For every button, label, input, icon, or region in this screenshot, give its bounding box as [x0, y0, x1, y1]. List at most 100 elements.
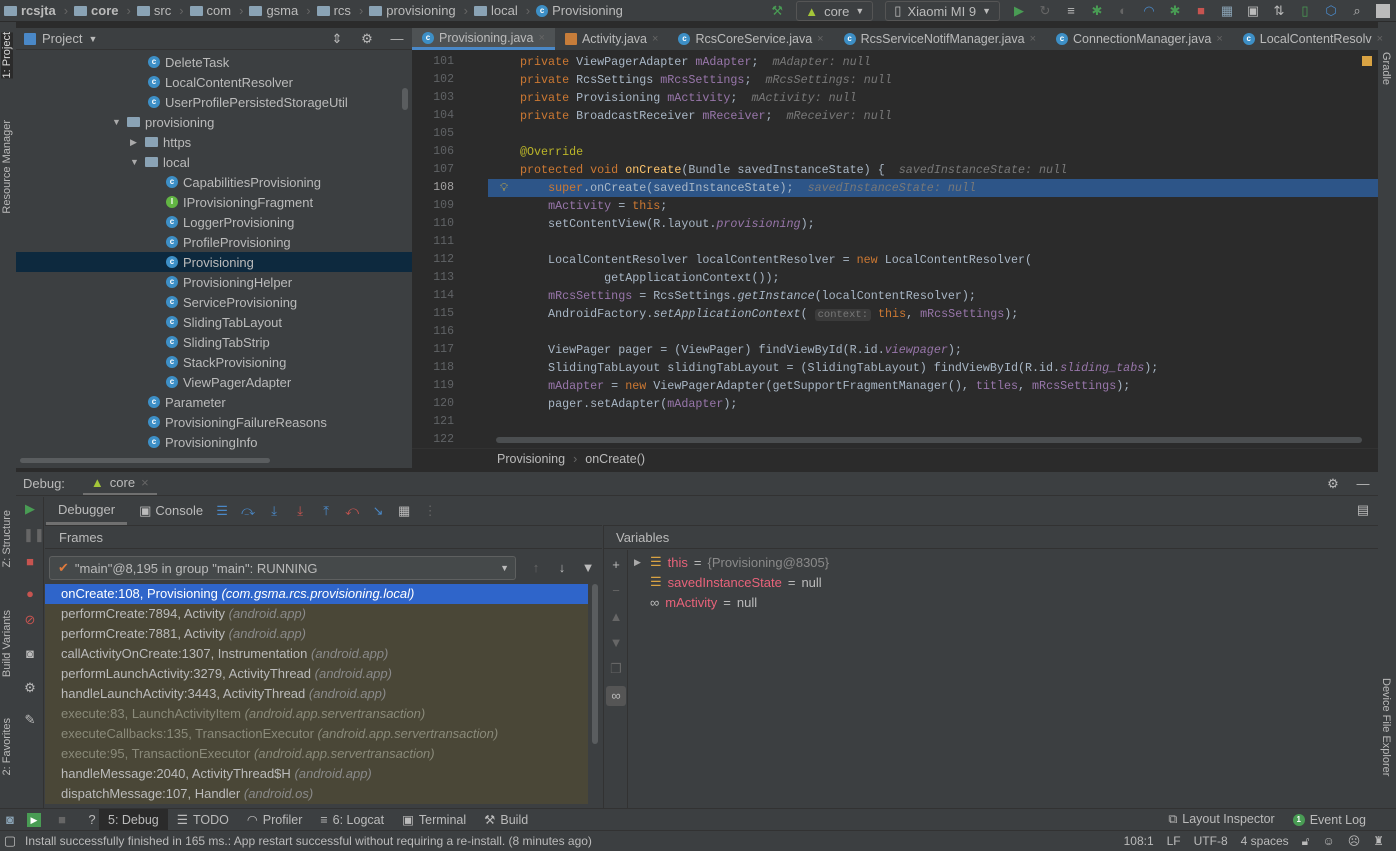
hide-panel-icon[interactable]: —	[1356, 476, 1370, 491]
line-number[interactable]: 107	[412, 161, 488, 179]
apply-changes-icon[interactable]: ↻	[1038, 4, 1052, 18]
move-down-icon[interactable]: ▼	[609, 636, 623, 650]
tree-item[interactable]: c Provisioning	[16, 252, 412, 272]
bottom-tab[interactable]: ▣ Terminal	[393, 809, 475, 831]
tree-item[interactable]: ▶ https	[16, 132, 412, 152]
bottom-tab[interactable]: ⚒ Build	[475, 809, 537, 831]
editor-horizontal-scrollbar[interactable]	[496, 437, 1362, 443]
collapse-all-icon[interactable]: ⇕	[330, 31, 344, 46]
editor-tab[interactable]: c ConnectionManager.java ×	[1046, 28, 1233, 50]
tree-item[interactable]: c StackProvisioning	[16, 352, 412, 372]
line-number[interactable]: 120	[412, 395, 488, 413]
gear-icon[interactable]: ⚙	[360, 31, 374, 46]
debug-session-tab[interactable]: ▲ core ×	[82, 472, 157, 495]
close-icon[interactable]: ×	[539, 32, 545, 44]
sync-gradle-icon[interactable]: ⇅	[1272, 4, 1286, 18]
help-icon[interactable]: ?	[85, 812, 99, 827]
close-icon[interactable]: ×	[652, 33, 658, 45]
breadcrumb-item[interactable]: core ›	[74, 3, 131, 18]
favorites-tool-tab[interactable]: 2: Favorites	[1, 718, 13, 775]
trace-icon[interactable]: ⋮	[423, 503, 437, 518]
device-select[interactable]: ▯ Xiaomi MI 9 ▼	[885, 1, 1000, 21]
breadcrumb-item[interactable]: rcsjta ›	[4, 3, 68, 18]
tree-item[interactable]: c LoggerProvisioning	[16, 212, 412, 232]
indent-setting[interactable]: 4 spaces	[1241, 834, 1289, 849]
line-number[interactable]: 104	[412, 107, 488, 125]
pin-icon[interactable]: ✎	[23, 713, 37, 727]
stack-frame[interactable]: dispatchMessage:107, Handler (android.os…	[45, 784, 588, 804]
tree-item[interactable]: c CapabilitiesProvisioning	[16, 172, 412, 192]
breadcrumb-item[interactable]: src ›	[136, 3, 184, 18]
tree-item[interactable]: c DeleteTask	[16, 52, 412, 72]
bottom-tab[interactable]: ≡ 6: Logcat	[311, 809, 393, 831]
view-breakpoints-icon[interactable]: ●	[23, 587, 37, 601]
chevron-down-icon[interactable]: ▼	[112, 117, 122, 127]
sad-feedback-icon[interactable]: ☹	[1348, 834, 1361, 849]
project-structure-icon[interactable]: ▦	[1220, 4, 1234, 18]
close-icon[interactable]: ×	[817, 33, 823, 45]
line-number[interactable]: 112	[412, 251, 488, 269]
tree-item[interactable]: c SlidingTabLayout	[16, 312, 412, 332]
line-number[interactable]: 111	[412, 233, 488, 251]
bottom-tab[interactable]: ◠ Profiler	[238, 809, 312, 831]
tree-item[interactable]: c UserProfilePersistedStorageUtil	[16, 92, 412, 112]
editor-tab[interactable]: c Provisioning.java ×	[412, 28, 555, 50]
structure-tool-tab[interactable]: Z: Structure	[1, 510, 13, 567]
chevron-right-icon[interactable]: ▶	[130, 137, 140, 148]
tree-item[interactable]: c ProvisioningInfo	[16, 432, 412, 452]
variable-row[interactable]: ∞ mActivity = null	[634, 592, 829, 612]
profile-icon[interactable]: ◠	[1142, 4, 1156, 18]
avd-manager-icon[interactable]: ▣	[1246, 4, 1260, 18]
line-number[interactable]: 105	[412, 125, 488, 143]
file-encoding[interactable]: UTF-8	[1194, 834, 1228, 849]
code-area[interactable]: private ViewPagerAdapter mAdapter; mAdap…	[488, 53, 1378, 449]
line-number[interactable]: 116	[412, 323, 488, 341]
add-watch-icon[interactable]: +	[609, 558, 623, 572]
variable-row[interactable]: ▶ ☰ this = {Provisioning@8305}	[634, 552, 829, 572]
editor-tab[interactable]: c RcsServiceNotifManager.java ×	[834, 28, 1046, 50]
resource-manager-tool-tab[interactable]: Resource Manager	[1, 120, 13, 214]
tree-item[interactable]: c LocalContentResolver	[16, 72, 412, 92]
stack-frame[interactable]: performCreate:7894, Activity (android.ap…	[45, 604, 588, 624]
inspector-icon[interactable]: ♜	[1373, 834, 1384, 849]
debugger-tab[interactable]: Debugger	[46, 497, 128, 525]
settings-icon[interactable]: ⚙	[23, 681, 37, 695]
console-tab[interactable]: ▣ Console	[139, 503, 203, 519]
line-number[interactable]: 122	[412, 431, 488, 449]
mute-breakpoints-icon[interactable]: ⊘	[23, 613, 37, 627]
run-to-cursor-icon[interactable]: ↘	[371, 503, 385, 518]
close-icon[interactable]: ×	[1377, 33, 1383, 45]
device-manager-icon[interactable]: ⬡	[1324, 4, 1338, 18]
line-number[interactable]: 101	[412, 53, 488, 71]
line-number[interactable]: 119	[412, 377, 488, 395]
line-number[interactable]: 113	[412, 269, 488, 287]
drop-frame-icon[interactable]: ⤺	[345, 503, 359, 518]
remove-watch-icon[interactable]: −	[609, 584, 623, 598]
line-number[interactable]: 108	[412, 179, 488, 197]
editor-tab[interactable]: c LocalContentResolv ×	[1233, 28, 1393, 50]
resume-icon[interactable]: ▶	[23, 502, 37, 516]
line-number[interactable]: 103	[412, 89, 488, 107]
layout-icon[interactable]: ▤	[1356, 503, 1370, 517]
tree-item[interactable]: ▼ provisioning	[16, 112, 412, 132]
vertical-scrollbar[interactable]	[402, 88, 408, 110]
close-icon[interactable]: ×	[1030, 33, 1036, 45]
step-out-icon[interactable]: ⤒	[319, 503, 333, 518]
event-log-button[interactable]: 1 Event Log	[1292, 812, 1366, 827]
tree-item[interactable]: I IProvisioningFragment	[16, 192, 412, 212]
editor-tab[interactable]: Activity.java ×	[555, 28, 669, 50]
bottom-tab[interactable]: 5: Debug	[99, 808, 168, 831]
intention-bulb-icon[interactable]: 💡︎	[500, 179, 508, 197]
gradle-tool-tab[interactable]: Gradle	[1380, 52, 1392, 85]
horizontal-scrollbar[interactable]	[20, 458, 270, 463]
build-hammer-icon[interactable]: ⚒	[770, 4, 784, 18]
breadcrumb-method[interactable]: onCreate()	[585, 452, 645, 466]
run-config-select[interactable]: ▲ core ▼	[796, 1, 874, 21]
tree-item[interactable]: c ProvisioningFailureReasons	[16, 412, 412, 432]
attach-debugger-icon[interactable]: ◐	[1116, 4, 1130, 18]
debug-icon[interactable]: ✱	[1090, 4, 1104, 18]
device-file-explorer-tool-tab[interactable]: Device File Explorer	[1380, 678, 1392, 776]
stack-frame[interactable]: onCreate:108, Provisioning (com.gsma.rcs…	[45, 584, 588, 604]
hide-panel-icon[interactable]: —	[390, 31, 404, 46]
chevron-down-icon[interactable]: ▼	[130, 157, 140, 167]
